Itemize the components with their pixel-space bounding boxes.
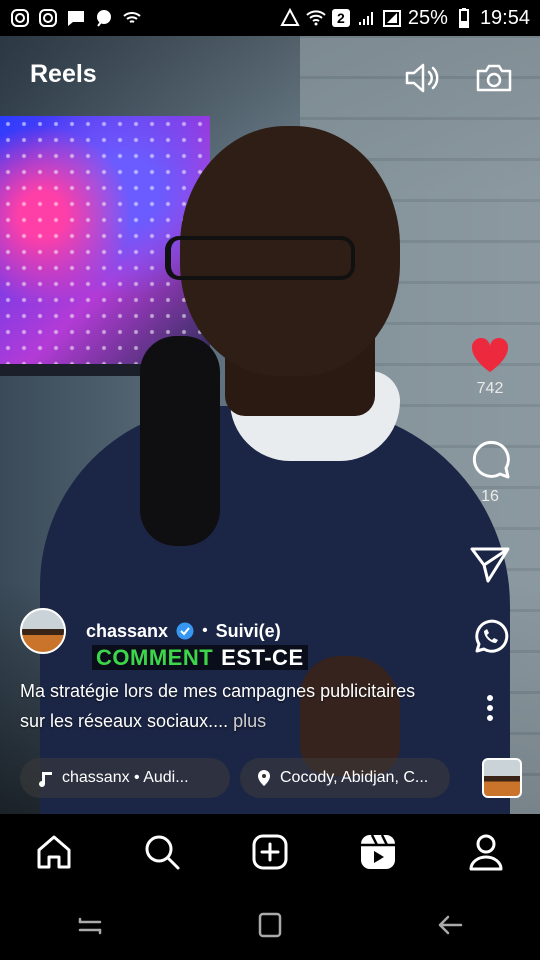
signal-icon bbox=[358, 12, 373, 25]
comment-action: 16 bbox=[440, 438, 540, 506]
clock: 19:54 bbox=[479, 6, 530, 29]
recent-apps-icon[interactable] bbox=[75, 910, 105, 940]
avatar[interactable] bbox=[20, 608, 66, 654]
whatsapp-action bbox=[440, 618, 540, 656]
home-icon bbox=[37, 835, 71, 869]
info-chips: chassanx • Audi... Cocody, Abidjan, C... bbox=[20, 758, 450, 798]
whatsapp-icon[interactable] bbox=[471, 618, 509, 656]
battery-icon bbox=[458, 8, 469, 28]
username[interactable]: chassanx bbox=[86, 621, 168, 642]
nav-profile[interactable] bbox=[456, 822, 516, 882]
like-action: 742 bbox=[440, 336, 540, 398]
verified-badge-icon bbox=[176, 622, 194, 640]
location-label: Cocody, Abidjan, C... bbox=[280, 769, 429, 786]
volume-icon[interactable] bbox=[402, 58, 442, 98]
sim-badge: 2 bbox=[331, 9, 350, 27]
comment-icon[interactable] bbox=[468, 438, 512, 482]
message-icon bbox=[68, 11, 84, 26]
instagram-icon bbox=[39, 9, 57, 27]
page-title: Reels bbox=[30, 60, 97, 88]
nav-search[interactable] bbox=[132, 822, 192, 882]
separator-dot: • bbox=[202, 622, 208, 639]
notification-icons bbox=[10, 8, 142, 28]
glasses bbox=[165, 236, 355, 280]
author-row: chassanx • Suivi(e) bbox=[20, 608, 281, 654]
profile-icon bbox=[469, 834, 503, 871]
send-icon[interactable] bbox=[470, 546, 510, 584]
location-pin-icon bbox=[258, 770, 270, 786]
nav-home[interactable] bbox=[24, 822, 84, 882]
reels-icon bbox=[361, 834, 395, 869]
home-button-icon[interactable] bbox=[255, 910, 285, 940]
microphone bbox=[140, 336, 220, 546]
search-icon bbox=[145, 835, 180, 870]
location-chip[interactable]: Cocody, Abidjan, C... bbox=[240, 758, 450, 798]
add-post-icon bbox=[252, 834, 288, 870]
status-bar: 2 25% 19:54 bbox=[0, 0, 540, 36]
chat-bubble-icon bbox=[97, 10, 111, 27]
audio-label: chassanx • Audi... bbox=[62, 769, 189, 786]
share-action bbox=[440, 546, 540, 584]
audio-thumbnail[interactable] bbox=[482, 758, 522, 798]
signal-icon bbox=[382, 10, 401, 27]
follow-status-button[interactable]: Suivi(e) bbox=[216, 621, 281, 642]
more-link[interactable]: plus bbox=[233, 711, 266, 731]
nav-create[interactable] bbox=[240, 822, 300, 882]
music-note-icon bbox=[39, 772, 52, 787]
battery-percent: 25% bbox=[407, 6, 448, 29]
camera-icon[interactable] bbox=[474, 58, 514, 98]
wifi-call-icon bbox=[123, 12, 141, 23]
bottom-nav bbox=[0, 814, 540, 890]
nav-reels[interactable] bbox=[348, 822, 408, 882]
like-count: 742 bbox=[476, 380, 504, 397]
wifi-icon bbox=[306, 10, 326, 26]
system-status: 2 25% 19:54 bbox=[280, 7, 530, 30]
more-vertical-icon[interactable] bbox=[485, 694, 495, 722]
heart-icon[interactable] bbox=[469, 336, 511, 374]
alarm-icon bbox=[280, 8, 300, 26]
comment-count: 16 bbox=[481, 488, 499, 505]
system-nav-bar bbox=[0, 890, 540, 960]
instagram-icon bbox=[11, 9, 29, 27]
back-icon[interactable] bbox=[435, 910, 465, 940]
caption-text: Ma stratégie lors de mes campagnes publi… bbox=[20, 681, 416, 731]
more-action bbox=[440, 694, 540, 722]
audio-chip[interactable]: chassanx • Audi... bbox=[20, 758, 230, 798]
caption[interactable]: Ma stratégie lors de mes campagnes publi… bbox=[20, 676, 440, 736]
